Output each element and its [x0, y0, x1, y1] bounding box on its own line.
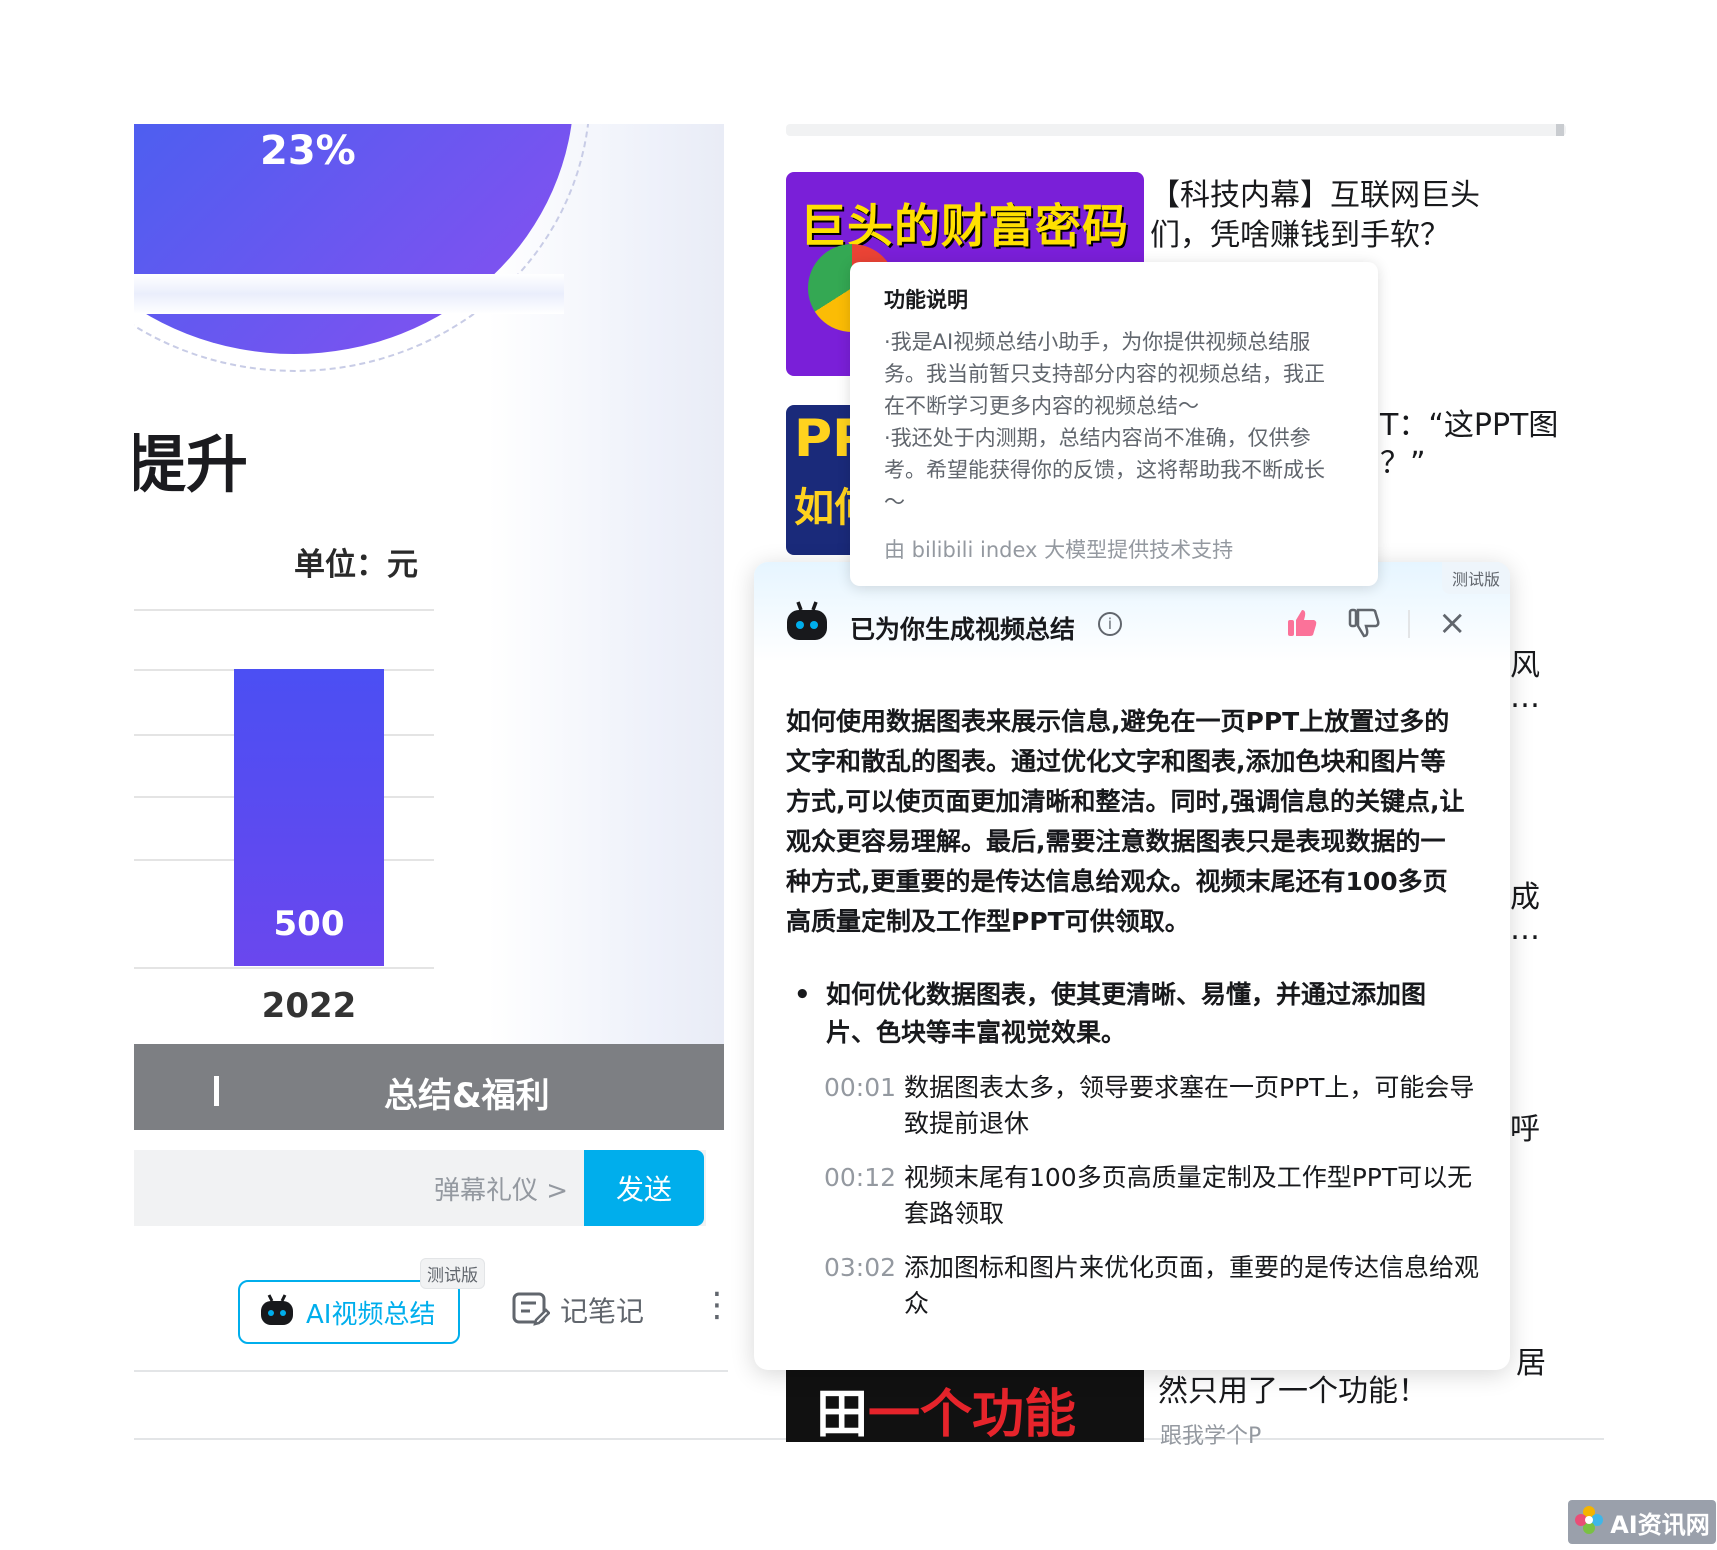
rec-title-2-part2[interactable]: ？”	[1380, 444, 1426, 484]
chart-gridline	[134, 609, 434, 611]
summary-text: 如何使用数据图表来展示信息,避免在一页PPT上放置过多的文字和散乱的图表。通过优…	[786, 707, 1465, 936]
rec-title-peek[interactable]: 风	[1510, 640, 1540, 684]
point-text: 数据图表太多，领导要求塞在一页PPT上，可能会导致提前退休	[904, 1073, 1475, 1138]
info-icon[interactable]: i	[1098, 612, 1122, 636]
panel-title: 已为你生成视频总结	[850, 615, 1076, 644]
tooltip-line-1: ·我是AI视频总结小助手，为你提供视频总结服务。我当前暂只支持部分内容的视频总结…	[884, 330, 1325, 418]
slide-heading: 提升	[134, 428, 249, 501]
feature-info-tooltip: 功能说明 ·我是AI视频总结小助手，为你提供视频总结服务。我当前暂只支持部分内容…	[850, 262, 1378, 586]
ai-summary-label: AI视频总结	[306, 1299, 436, 1330]
point-timestamp[interactable]: 00:12	[824, 1160, 904, 1232]
flower-icon	[1574, 1505, 1604, 1539]
ai-summary-button[interactable]: AI视频总结	[238, 1280, 460, 1344]
tooltip-footer: 由 bilibili index 大模型提供技术支持	[884, 538, 1234, 562]
chapter-bar[interactable]: 总结&福利	[134, 1044, 724, 1130]
close-icon[interactable]: ×	[1438, 606, 1467, 640]
summary-point[interactable]: 03:02 添加图标和图片来优化页面，重要的是传达信息给观众	[824, 1250, 1484, 1322]
ai-summary-panel: 测试版 已为你生成视频总结 i × 如何使用数据图表来展示信息,避免在一页PPT…	[754, 562, 1510, 1370]
top-scroll-track	[786, 124, 1566, 136]
danmaku-etiquette-link[interactable]: 弹幕礼仪 >	[434, 1170, 568, 1207]
more-options-icon[interactable]: ⋮	[700, 1288, 734, 1322]
pie-percent-label: 23%	[260, 128, 356, 174]
summary-bullet: • 如何优化数据图表，使其更清晰、易懂，并通过添加图片、色块等丰富视觉效果。	[794, 976, 1454, 1052]
rec-thumb-last-text: 田一个功能	[816, 1372, 1076, 1442]
bullet-dot: •	[794, 980, 811, 1010]
robot-icon	[258, 1293, 296, 1331]
watermark-logo: AI资讯网	[1568, 1500, 1716, 1544]
scroll-thumb[interactable]	[1556, 124, 1564, 136]
rec-thumb-last-text-a: 田	[816, 1385, 869, 1442]
unit-label: 单位：元	[294, 547, 418, 583]
tooltip-line-2: ·我还处于内测期，总结内容尚不准确，仅供参考。希望能获得你的反馈，这将帮助我不断…	[884, 426, 1325, 514]
rec-title-2-part[interactable]: T：“这PPT图	[1380, 406, 1558, 446]
rec-uploader-last[interactable]: 跟我学个P	[1160, 1418, 1261, 1450]
divider-band	[134, 274, 564, 314]
summary-point[interactable]: 00:01 数据图表太多，领导要求塞在一页PPT上，可能会导致提前退休	[824, 1070, 1484, 1142]
chart-baseline	[134, 967, 434, 969]
notes-button[interactable]: 记笔记	[512, 1290, 644, 1330]
thumbs-down-icon[interactable]	[1348, 608, 1380, 642]
chapter-title: 总结&福利	[384, 1076, 550, 1116]
tooltip-title: 功能说明	[884, 288, 968, 312]
rec-title-peek[interactable]: 成	[1510, 872, 1540, 916]
chapter-divider	[214, 1076, 219, 1106]
panel-beta-badge: 测试版	[1441, 562, 1510, 594]
notes-label: 记笔记	[560, 1295, 645, 1328]
summary-point[interactable]: 00:12 视频末尾有100多页高质量定制及工作型PPT可以无套路领取	[824, 1160, 1484, 1232]
rec-title-peek[interactable]: 呼	[1510, 1104, 1540, 1148]
send-button[interactable]: 发送	[584, 1150, 704, 1226]
rec-title-1[interactable]: 【科技内幕】互联网巨头们，凭啥赚钱到手软？	[1150, 176, 1530, 256]
point-text: 视频末尾有100多页高质量定制及工作型PPT可以无套路领取	[904, 1163, 1473, 1228]
note-icon	[512, 1290, 551, 1330]
chart-bar-value: 500	[273, 904, 345, 944]
rec-thumbnail-last[interactable]: 田一个功能	[786, 1362, 1144, 1442]
summary-bullet-text: 如何优化数据图表，使其更清晰、易懂，并通过添加图片、色块等丰富视觉效果。	[826, 980, 1427, 1047]
point-timestamp[interactable]: 03:02	[824, 1250, 904, 1322]
rec-thumb-last-text-b: 一个功能	[868, 1385, 1077, 1442]
header-divider	[1408, 610, 1410, 638]
beta-badge: 测试版	[420, 1258, 485, 1289]
watermark-text: AI资讯网	[1610, 1510, 1710, 1539]
thumbs-up-icon[interactable]	[1286, 608, 1318, 642]
point-text: 添加图标和图片来优化页面，重要的是传达信息给观众	[904, 1253, 1480, 1318]
toolbar-divider	[134, 1370, 728, 1372]
robot-icon	[784, 600, 830, 648]
rec-title-last[interactable]: 然只用了一个功能！	[1158, 1372, 1428, 1412]
video-player[interactable]: 23% 提升 单位：元 500 2022 总结&福利	[134, 124, 724, 1130]
rec-title-peek[interactable]: …	[1510, 912, 1540, 947]
rec-title-peek[interactable]: …	[1510, 680, 1540, 715]
rec-title-peek[interactable]: 居	[1516, 1338, 1546, 1382]
point-timestamp[interactable]: 00:01	[824, 1070, 904, 1142]
chart-category-label: 2022	[261, 986, 357, 1026]
